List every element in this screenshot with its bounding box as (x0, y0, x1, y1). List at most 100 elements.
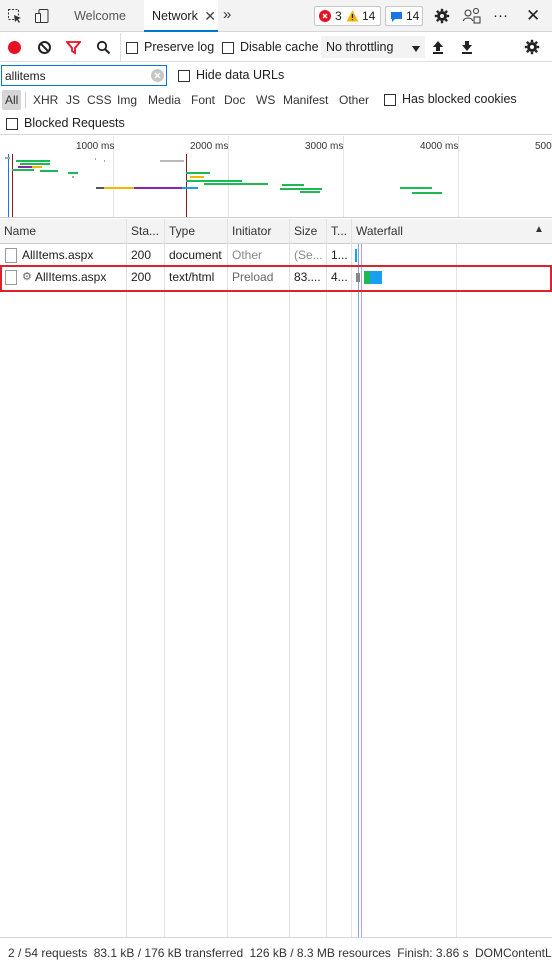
filter-input[interactable] (2, 66, 142, 85)
hide-data-urls-label: Hide data URLs (196, 68, 285, 82)
type-filter-other[interactable]: Other (336, 90, 372, 110)
column-separator (164, 219, 165, 937)
overview-tick-label: 1000 ms (76, 141, 115, 152)
has-blocked-cookies-checkbox[interactable] (384, 93, 396, 107)
request-name: AllItems.aspx (22, 248, 94, 262)
waterfall-dom-content-loaded-line (358, 244, 359, 937)
settings-gear-icon[interactable] (434, 8, 450, 27)
overview-request-bar (300, 191, 320, 193)
sort-ascending-icon: ▲ (534, 224, 544, 235)
column-header-type[interactable]: Type (165, 219, 227, 244)
network-settings-gear-icon[interactable] (524, 39, 540, 58)
request-size: (Se... (294, 248, 323, 262)
column-header-name[interactable]: Name (0, 219, 126, 244)
throttling-select[interactable]: No throttling (321, 36, 425, 58)
tab-network-label: Network (152, 9, 198, 23)
overview-tick-label: 2000 ms (190, 141, 229, 152)
load-event-line (12, 154, 13, 217)
overview-request-bar (40, 170, 58, 172)
waterfall-bar (355, 249, 357, 262)
column-header-status[interactable]: Sta... (127, 219, 164, 244)
request-table-header: Name Sta... Type Initiator Size T... Wat… (0, 219, 552, 244)
overview-request-bar (20, 163, 50, 165)
document-file-icon (5, 248, 17, 263)
overview-request-bar (182, 187, 198, 189)
issues-counter[interactable]: 3 14 (314, 6, 381, 26)
search-icon[interactable] (96, 40, 111, 58)
request-time: 1... (331, 248, 348, 262)
network-overview[interactable]: 1000 ms 2000 ms 3000 ms 4000 ms 500 (0, 136, 552, 218)
more-tabs-icon[interactable]: » (223, 0, 231, 30)
dom-content-loaded-time: DOMContentLoa (474, 946, 552, 960)
dom-content-loaded-line (8, 154, 9, 217)
error-icon (319, 10, 331, 22)
overview-request-bar (5, 157, 10, 159)
connect-devices-icon[interactable] (463, 7, 481, 28)
type-filter-ws[interactable]: WS (253, 90, 278, 110)
overview-request-bar (96, 187, 104, 189)
waterfall-gridline (456, 244, 457, 937)
has-blocked-cookies-label: Has blocked cookies (402, 92, 517, 106)
tab-welcome[interactable]: Welcome (64, 0, 136, 32)
overview-request-bar (134, 187, 182, 189)
warning-count: 14 (362, 9, 376, 23)
column-header-size[interactable]: Size (290, 219, 327, 244)
tab-network[interactable]: Network ✕ (144, 0, 218, 32)
more-options-icon[interactable]: ··· (493, 0, 508, 32)
clear-icon[interactable] (37, 40, 52, 58)
column-header-time[interactable]: T... (327, 219, 351, 244)
overview-request-bar (68, 172, 78, 174)
close-tab-icon[interactable]: ✕ (204, 0, 216, 32)
type-filter-xhr[interactable]: XHR (30, 90, 61, 110)
overview-request-bar (72, 176, 74, 178)
overview-request-bar (186, 172, 210, 174)
blocked-requests-checkbox[interactable] (6, 117, 18, 131)
type-filter-media[interactable]: Media (145, 90, 184, 110)
inspect-element-icon[interactable] (7, 8, 23, 24)
network-toolbar: Preserve log Disable cache No throttling (0, 33, 552, 62)
column-separator (126, 219, 127, 937)
preserve-log-checkbox[interactable] (126, 41, 138, 55)
overview-request-bar (412, 192, 442, 194)
column-separator (351, 219, 352, 937)
column-header-initiator[interactable]: Initiator (228, 219, 289, 244)
type-filter-js[interactable]: JS (63, 90, 83, 110)
throttling-value: No throttling (326, 40, 394, 54)
overview-tick-label: 4000 ms (420, 141, 459, 152)
type-filter-all[interactable]: All (2, 90, 22, 110)
transferred-size: 83.1 kB / 176 kB transferred (93, 946, 244, 960)
blocked-requests-row: Blocked Requests (0, 113, 552, 135)
column-separator (227, 219, 228, 937)
overview-request-bar (104, 187, 134, 189)
export-har-icon[interactable] (461, 40, 473, 57)
error-count: 3 (335, 9, 342, 23)
message-count: 14 (406, 9, 420, 23)
type-filter-font[interactable]: Font (188, 90, 218, 110)
device-emulation-icon[interactable] (34, 8, 50, 24)
import-har-icon[interactable] (432, 40, 444, 57)
type-filter-css[interactable]: CSS (84, 90, 115, 110)
table-row[interactable]: AllItems.aspx 200 document Other (Se... … (0, 245, 552, 266)
preserve-log-label: Preserve log (144, 40, 215, 54)
selection-highlight (0, 265, 552, 292)
blocked-requests-label: Blocked Requests (24, 116, 125, 130)
hide-data-urls-checkbox[interactable] (178, 69, 190, 83)
clear-filter-icon[interactable] (151, 69, 164, 82)
filter-icon[interactable] (65, 40, 82, 58)
finish-time: Finish: 3.86 s (397, 946, 469, 960)
overview-request-bar (282, 184, 304, 186)
disable-cache-checkbox[interactable] (222, 41, 234, 55)
type-filter-manifest[interactable]: Manifest (280, 90, 331, 110)
column-header-waterfall[interactable]: Waterfall (352, 219, 532, 244)
record-icon[interactable] (8, 41, 21, 54)
overview-request-bar (104, 160, 105, 162)
close-devtools-icon[interactable]: ✕ (526, 0, 540, 32)
devtools-tab-strip: Welcome Network ✕ » 3 14 14 ··· ✕ (0, 0, 552, 32)
type-filter-img[interactable]: Img (114, 90, 140, 110)
type-filter-doc[interactable]: Doc (221, 90, 248, 110)
request-count: 2 / 54 requests (8, 946, 88, 960)
overview-request-bar (186, 180, 242, 182)
column-separator (289, 219, 290, 937)
messages-counter[interactable]: 14 (385, 6, 423, 26)
overview-request-bar (160, 160, 184, 162)
